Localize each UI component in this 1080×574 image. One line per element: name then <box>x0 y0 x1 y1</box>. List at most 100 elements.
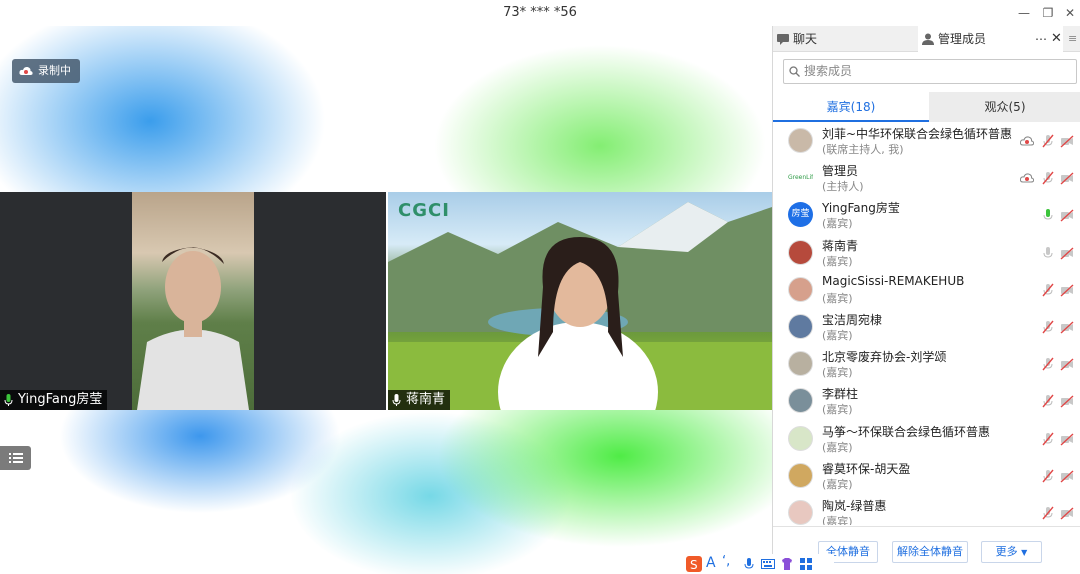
menu-icon[interactable]: ≡ <box>1068 26 1077 52</box>
user-icon <box>922 33 934 45</box>
toolbox-icon[interactable] <box>799 557 813 571</box>
microphone-icon <box>4 394 13 406</box>
member-name: 北京零废弃协会-刘学颂 <box>822 350 947 365</box>
microphone-icon <box>392 394 401 406</box>
member-row[interactable]: GreenLife 管理员(主持人) <box>773 160 1080 197</box>
panel-tabs: 聊天 管理成员 ⋯ ✕ ≡ <box>773 26 1080 52</box>
restore-icon[interactable]: ❐ <box>1038 4 1058 22</box>
member-name: MagicSissi-REMAKEHUB <box>822 273 965 288</box>
member-role: (嘉宾) <box>822 515 853 525</box>
voice-input-icon[interactable] <box>742 557 756 571</box>
sogou-icon[interactable]: S <box>686 556 702 572</box>
more-options-icon[interactable]: ⋯ <box>1035 26 1047 52</box>
member-name: 马筝～环保联合会绿色循环普惠 <box>822 424 991 439</box>
search-icon <box>789 66 800 77</box>
mic-muted-icon[interactable] <box>1041 357 1055 371</box>
member-row[interactable]: 李群柱 (嘉宾) <box>773 383 1080 420</box>
mic-muted-icon[interactable] <box>1041 506 1055 520</box>
subtab-audience[interactable]: 观众(5) <box>929 92 1080 122</box>
mic-muted-icon[interactable] <box>1041 469 1055 483</box>
video-tile-left[interactable]: YingFang房莹 <box>0 192 386 410</box>
participant-name: YingFang房莹 <box>18 392 103 407</box>
cloud-record-icon <box>1020 173 1034 183</box>
minimize-icon[interactable]: — <box>1014 4 1034 22</box>
recording-badge[interactable]: 录制中 <box>12 59 80 83</box>
member-subtabs: 嘉宾(18) 观众(5) <box>773 92 1080 122</box>
participant-name-tag: YingFang房莹 <box>0 390 108 410</box>
mic-muted-icon[interactable] <box>1041 171 1055 185</box>
keyboard-icon[interactable] <box>761 557 775 571</box>
participant-name-tag: 蒋南青 <box>388 390 451 410</box>
ime-mode-label[interactable]: A <box>706 555 716 571</box>
camera-off-icon[interactable] <box>1060 394 1074 408</box>
member-name: 陶岚-绿普惠 <box>822 499 887 513</box>
avatar <box>788 462 813 488</box>
chat-icon <box>777 34 789 45</box>
mic-muted-icon[interactable] <box>1041 283 1055 297</box>
tab-manage-members[interactable]: 管理成员 ⋯ ✕ <box>918 26 1063 52</box>
member-name: YingFang房莹 <box>822 201 900 216</box>
window-title: 73* *** *56 <box>503 5 577 20</box>
subtab-guests[interactable]: 嘉宾(18) <box>773 92 929 122</box>
member-row[interactable]: 宝洁周宛棣 (嘉宾) <box>773 309 1080 346</box>
avatar <box>788 351 813 377</box>
close-icon[interactable]: ✕ <box>1060 4 1080 22</box>
microphone-icon[interactable] <box>1041 208 1055 222</box>
svg-text:S: S <box>690 558 698 572</box>
member-role: (嘉宾) <box>822 403 853 417</box>
camera-off-icon[interactable] <box>1060 320 1074 334</box>
camera-off-icon[interactable] <box>1060 357 1074 371</box>
member-row[interactable]: 蒋南青 (嘉宾) <box>773 235 1080 272</box>
title-bar: 73* *** *56 — ❐ ✕ <box>0 0 1080 26</box>
tab-chat-label: 聊天 <box>793 32 818 46</box>
microphone-icon[interactable] <box>1041 246 1055 260</box>
member-name: 刘菲~中华环保联合会绿色循环普惠 <box>822 127 1013 141</box>
member-role: (嘉宾) <box>822 217 853 231</box>
video-tile-right[interactable]: CGCI 蒋南青 <box>388 192 772 410</box>
close-tab-icon[interactable]: ✕ <box>1051 26 1062 52</box>
member-row[interactable]: 马筝～环保联合会绿色循环普惠 (嘉宾) <box>773 421 1080 458</box>
member-row[interactable]: 北京零废弃协会-刘学颂 (嘉宾) <box>773 346 1080 383</box>
list-icon <box>9 453 23 463</box>
mountain-background <box>388 202 772 410</box>
camera-off-icon[interactable] <box>1060 134 1074 148</box>
cloud-record-icon <box>1020 136 1034 146</box>
member-row[interactable]: 房莹 YingFang房莹 (嘉宾) <box>773 197 1080 234</box>
tab-manage-members-label: 管理成员 <box>938 32 987 46</box>
camera-off-icon[interactable] <box>1060 506 1074 520</box>
side-panel: 聊天 管理成员 ⋯ ✕ ≡ 搜索成员 嘉宾(18) 观众(5) 刘菲~中华环保联… <box>772 26 1080 574</box>
mic-muted-icon[interactable] <box>1041 134 1055 148</box>
layout-list-button[interactable] <box>0 446 31 470</box>
mic-muted-icon[interactable] <box>1041 394 1055 408</box>
mic-muted-icon[interactable] <box>1041 432 1055 446</box>
camera-off-icon[interactable] <box>1060 283 1074 297</box>
member-name: 李群柱 <box>822 387 859 402</box>
member-role: (嘉宾) <box>822 291 853 305</box>
member-name: 睿莫环保-胡天盈 <box>822 461 911 476</box>
avatar <box>788 128 813 153</box>
member-row[interactable]: 陶岚-绿普惠 (嘉宾) <box>773 495 1080 525</box>
mic-muted-icon[interactable] <box>1041 320 1055 334</box>
member-row[interactable]: 睿莫环保-胡天盈 (嘉宾) <box>773 458 1080 495</box>
tab-chat[interactable]: 聊天 <box>773 26 918 52</box>
more-button-label: 更多 <box>995 545 1018 558</box>
member-row[interactable]: MagicSissi-REMAKEHUB (嘉宾) <box>773 272 1080 309</box>
camera-off-icon[interactable] <box>1060 469 1074 483</box>
camera-off-icon[interactable] <box>1060 171 1074 185</box>
member-search-input[interactable]: 搜索成员 <box>783 59 1077 84</box>
punctuation-icon[interactable]: ‘, <box>722 554 730 569</box>
more-button[interactable]: 更多 ▼ <box>981 541 1042 563</box>
cgci-logo: CGCI <box>398 200 450 221</box>
member-role: (嘉宾) <box>822 366 853 380</box>
unmute-all-button[interactable]: 解除全体静音 <box>892 541 968 563</box>
member-role: (嘉宾) <box>822 329 853 342</box>
camera-off-icon[interactable] <box>1060 432 1074 446</box>
member-name: 宝洁周宛棣 <box>822 313 883 327</box>
camera-off-icon[interactable] <box>1060 208 1074 222</box>
member-role: (嘉宾) <box>822 440 853 454</box>
ime-toolbar: S A ‘, <box>684 554 834 574</box>
member-row[interactable]: 刘菲~中华环保联合会绿色循环普惠 (联席主持人, 我) <box>773 123 1080 160</box>
skin-icon[interactable] <box>780 557 794 571</box>
member-name: 管理员 <box>822 164 859 179</box>
camera-off-icon[interactable] <box>1060 246 1074 260</box>
